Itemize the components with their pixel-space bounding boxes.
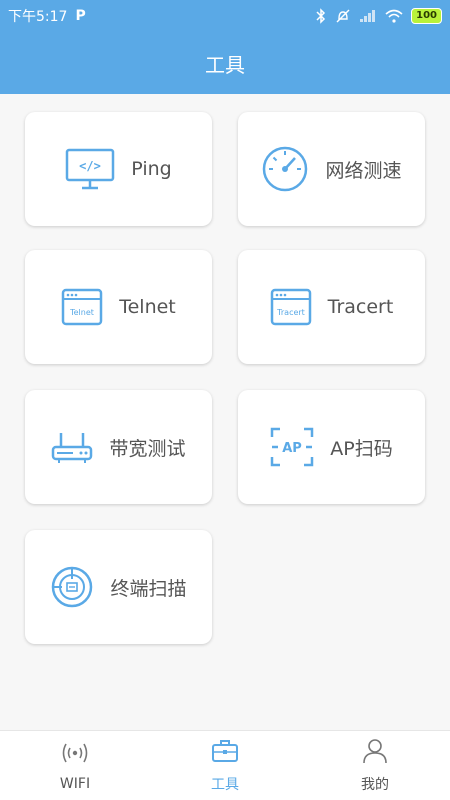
svg-text:</>: </> [79,159,101,173]
svg-text:Tracert: Tracert [276,308,305,317]
status-icons: 100 [315,8,442,24]
svg-text:Telnet: Telnet [69,308,94,317]
tool-label: 网络测速 [325,159,402,182]
tab-mine[interactable]: 我的 [300,731,450,800]
router-icon [51,429,93,465]
tab-label: 我的 [361,776,389,793]
svg-text:AP: AP [282,441,302,456]
radar-scan-icon [50,565,94,609]
battery-icon: 100 [411,8,442,24]
tool-telnet-card[interactable]: Telnet Telnet [25,250,212,364]
tool-label: Tracert [327,296,394,318]
tracert-window-icon: Tracert [270,288,312,326]
telnet-window-icon: Telnet [61,288,103,326]
tool-label: Ping [131,158,172,180]
code-monitor-icon: </> [65,148,115,190]
bluetooth-icon [315,8,327,24]
bottom-tab-bar: WIFI 工具 我的 [0,730,450,800]
tab-label: WIFI [59,775,91,792]
tab-label: 工具 [211,776,239,793]
tool-bandwidth-card[interactable]: 带宽测试 [25,390,212,504]
speedometer-icon [261,145,309,193]
ap-scan-icon: AP [270,427,314,467]
toolbox-icon [211,738,239,768]
tool-ap-scan-card[interactable]: AP AP扫码 [238,390,425,504]
page-title: 工具 [205,52,245,77]
tool-label: Telnet [119,296,176,318]
tool-label: 终端扫描 [110,577,187,600]
tool-label: 带宽测试 [109,437,186,460]
tool-speedtest-card[interactable]: 网络测速 [238,112,425,226]
wifi-signal-icon [61,740,89,770]
tab-wifi[interactable]: WIFI [0,731,150,800]
p-icon: P [75,8,86,24]
app-bar: 工具 [0,32,450,94]
status-time: 下午5:17 [8,9,68,25]
tool-label: AP扫码 [330,437,393,460]
user-icon [361,738,389,768]
alarm-off-icon [335,8,351,24]
tool-terminal-scan-card[interactable]: 终端扫描 [25,530,212,644]
tool-grid: </> Ping 网络测速 Telnet Telnet Tracert Trac… [0,94,450,730]
tool-tracert-card[interactable]: Tracert Tracert [238,250,425,364]
signal-icon [359,9,377,23]
tool-ping-card[interactable]: </> Ping [25,112,212,226]
wifi-icon [385,9,403,23]
status-bar: 下午5:17 P 100 [0,0,450,32]
tab-tools[interactable]: 工具 [150,731,300,800]
